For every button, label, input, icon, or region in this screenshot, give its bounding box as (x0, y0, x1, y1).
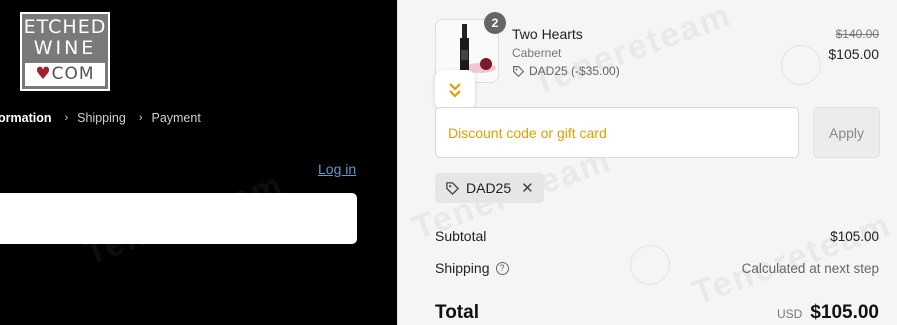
logo-line-3: ♥COM (25, 63, 105, 86)
discounted-price: $105.00 (828, 46, 879, 62)
logo-line-2: WINE (33, 37, 97, 59)
product-name: Two Hearts (512, 26, 583, 42)
heart-icon: ♥ (35, 64, 52, 84)
logo-line-1: ETCHED (23, 16, 107, 38)
logo-line-3-text: COM (51, 64, 95, 84)
shipping-label: Shipping (435, 260, 490, 276)
quantity-badge: 2 (484, 12, 506, 34)
chevron-double-down-icon (449, 83, 461, 98)
applied-discount-code: DAD25 (466, 180, 512, 196)
applied-discount-chip: DAD25 ✕ (435, 173, 544, 203)
breadcrumb-information[interactable]: ormation (0, 111, 51, 125)
expand-button[interactable] (435, 70, 475, 110)
tag-icon (446, 181, 460, 195)
chevron-right-icon: › (138, 112, 143, 124)
product-discount-text: DAD25 (-$35.00) (529, 64, 620, 78)
discount-code-input[interactable] (435, 107, 799, 158)
checkout-main-panel: Tenereteam ETCHED WINE ♥COM ormation › S… (0, 0, 397, 325)
watermark-seal-icon (630, 245, 670, 285)
chevron-right-icon: › (64, 112, 69, 124)
shipping-row: Shipping ? (435, 260, 509, 276)
close-icon[interactable]: ✕ (521, 179, 534, 197)
store-logo[interactable]: ETCHED WINE ♥COM (20, 12, 110, 91)
login-link[interactable]: Log in (318, 161, 356, 177)
subtotal-label: Subtotal (435, 228, 487, 244)
product-variant: Cabernet (512, 46, 562, 60)
breadcrumb-shipping: Shipping (77, 111, 126, 125)
apply-button[interactable]: Apply (813, 107, 880, 158)
contact-input[interactable] (0, 193, 357, 244)
order-summary-panel: Tenereteam Tenereteam Tenereteam 2 Two H… (397, 0, 897, 325)
help-icon[interactable]: ? (495, 261, 509, 275)
total-label: Total (435, 302, 479, 323)
breadcrumb: ormation › Shipping › Payment (0, 111, 201, 125)
shipping-value: Calculated at next step (741, 261, 879, 276)
watermark: Tenereteam (687, 205, 897, 313)
subtotal-value: $105.00 (830, 229, 879, 244)
currency-code: USD (776, 307, 803, 321)
product-discount: DAD25 (-$35.00) (512, 64, 620, 78)
original-price: $140.00 (835, 27, 879, 41)
breadcrumb-payment: Payment (151, 111, 201, 125)
total-value-group: USD $105.00 (777, 302, 879, 324)
total-value: $105.00 (810, 302, 879, 323)
tag-icon (513, 65, 525, 77)
watermark-seal-icon (781, 45, 821, 85)
